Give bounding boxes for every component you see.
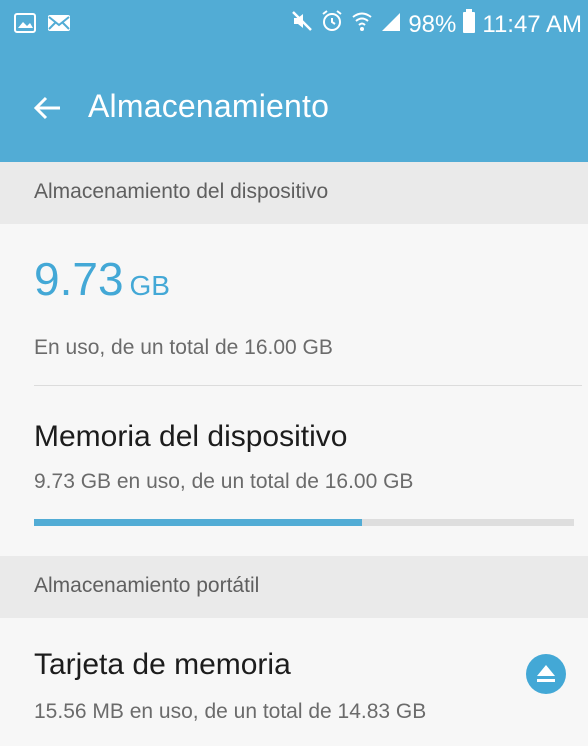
status-bar-right: 98% 11:47 AM [290,8,582,41]
mute-icon [290,9,314,40]
memory-card-subtitle: 15.56 MB en uso, de un total de 14.83 GB [34,700,427,723]
section-header-label: Almacenamiento del dispositivo [34,180,329,203]
used-storage-summary: 9.73 GB [34,252,170,306]
alarm-icon [320,9,344,40]
wifi-icon [350,9,374,40]
portable-storage-header: Almacenamiento portátil [0,556,588,618]
memory-card-title: Tarjeta de memoria [34,648,291,681]
battery-percent: 98% [408,10,457,38]
used-storage-caption: En uso, de un total de 16.00 GB [34,336,333,359]
page-title: Almacenamiento [88,88,330,124]
section-header-label: Almacenamiento portátil [34,574,260,597]
divider [34,385,582,386]
device-memory-progress-fill [34,519,363,526]
gallery-icon [12,10,38,41]
battery-icon [462,8,476,41]
clock: 11:47 AM [482,10,582,38]
mail-icon [46,10,72,41]
device-memory-subtitle: 9.73 GB en uso, de un total de 16.00 GB [34,470,414,493]
arrow-left-icon[interactable] [30,90,66,126]
status-bar-left [12,10,72,41]
status-bar: 98% 11:47 AM [0,0,588,62]
used-storage-value: 9.73 [34,253,124,305]
eject-icon[interactable] [526,654,566,694]
device-storage-header: Almacenamiento del dispositivo [0,162,588,224]
signal-icon [380,9,402,40]
app-bar: Almacenamiento [0,62,588,162]
device-memory-title: Memoria del dispositivo [34,420,348,453]
device-memory-progress [34,519,574,526]
used-storage-unit: GB [129,270,170,301]
